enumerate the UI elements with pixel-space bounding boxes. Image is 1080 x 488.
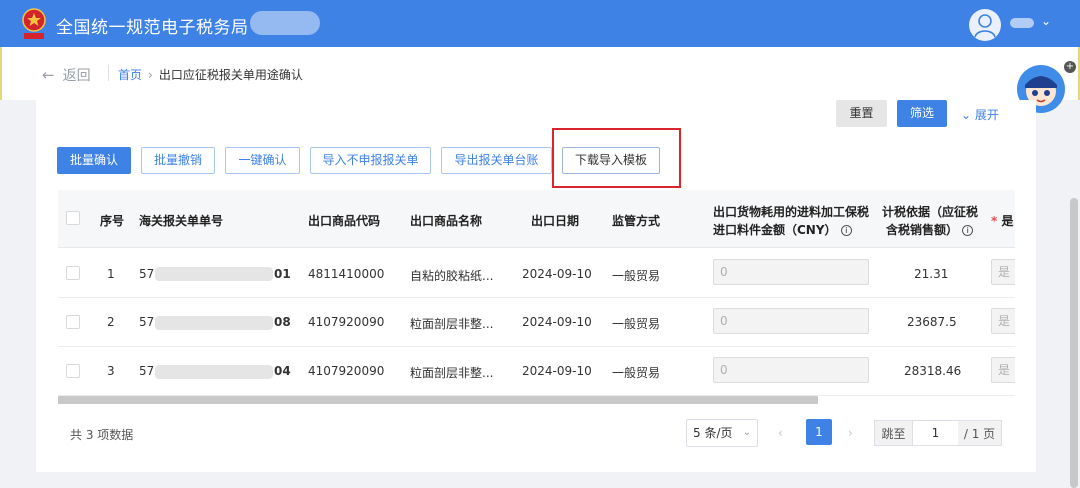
total-count: 共 3 项数据 bbox=[70, 428, 134, 442]
required-mark: * bbox=[991, 214, 998, 228]
export-ledger-button[interactable]: 导出报关单台账 bbox=[441, 147, 552, 174]
batch-confirm-button[interactable]: 批量确认 bbox=[57, 147, 131, 174]
horizontal-scrollbar[interactable] bbox=[58, 396, 818, 404]
page-number-current[interactable]: 1 bbox=[806, 419, 832, 445]
row-decl-suffix: 01 bbox=[274, 267, 291, 281]
info-icon[interactable]: i bbox=[840, 225, 852, 236]
next-page-button[interactable]: › bbox=[848, 426, 853, 440]
col-tax-basis-line2: 含税销售额） bbox=[886, 223, 959, 237]
page-size-select[interactable]: 5 条/页 ⌄ bbox=[686, 419, 758, 447]
back-label: 返回 bbox=[62, 68, 91, 84]
row-checkbox[interactable] bbox=[66, 315, 80, 329]
chevron-down-icon: ⌄ bbox=[742, 427, 751, 438]
row-goods-code: 4107920090 bbox=[308, 364, 385, 378]
col-last: * 是 bbox=[991, 212, 1013, 229]
user-avatar-icon[interactable] bbox=[969, 9, 1001, 41]
batch-revoke-button[interactable]: 批量撤销 bbox=[141, 147, 215, 174]
row-goods-name[interactable]: 自粘的胶粘纸... bbox=[410, 267, 493, 284]
expand-label: 展开 bbox=[974, 108, 999, 122]
row-goods-code: 4107920090 bbox=[308, 315, 385, 329]
row-supervision: 一般贸易 bbox=[612, 269, 661, 283]
col-supervision: 监管方式 bbox=[612, 214, 661, 228]
row-decl-suffix: 04 bbox=[274, 364, 291, 378]
app-title: 全国统一规范电子税务局 bbox=[56, 18, 249, 38]
col-export-date: 出口日期 bbox=[531, 214, 580, 228]
breadcrumb-separator: › bbox=[148, 67, 153, 82]
row-supervision: 一般贸易 bbox=[612, 366, 661, 380]
import-non-declared-button[interactable]: 导入不申报报关单 bbox=[310, 147, 431, 174]
back-arrow-icon: ← bbox=[42, 66, 55, 84]
row-goods-name[interactable]: 粒面剖层非整... bbox=[410, 315, 493, 332]
material-amount-field[interactable]: 0 bbox=[713, 259, 869, 285]
material-amount-field[interactable]: 0 bbox=[713, 357, 869, 383]
col-tax-basis: 含税销售额） i bbox=[886, 221, 974, 238]
col-material-amount-line1: 出口货物耗用的进料加工保税 bbox=[713, 205, 870, 219]
info-icon[interactable]: i bbox=[962, 225, 974, 236]
row-decl-suffix: 08 bbox=[274, 315, 291, 329]
breadcrumb-current: 出口应征税报关单用途确认 bbox=[158, 68, 303, 82]
row-select-yes[interactable]: 是 bbox=[991, 259, 1015, 285]
row-select-yes[interactable]: 是 bbox=[991, 308, 1015, 334]
expand-toggle[interactable]: ⌄ 展开 bbox=[961, 106, 999, 123]
highlight-annotation bbox=[552, 128, 681, 188]
row-supervision: 一般贸易 bbox=[612, 317, 661, 331]
row-seq: 1 bbox=[107, 267, 115, 281]
one-click-confirm-button[interactable]: 一键确认 bbox=[225, 147, 300, 174]
row-seq: 3 bbox=[107, 364, 115, 378]
page-size-value: 5 条/页 bbox=[693, 426, 733, 440]
filter-button[interactable]: 筛选 bbox=[897, 100, 947, 127]
row-decl-prefix: 57 bbox=[139, 267, 155, 281]
total-pages: / 1 页 bbox=[958, 420, 1002, 446]
row-select-yes[interactable]: 是 bbox=[991, 357, 1015, 383]
select-all-checkbox[interactable] bbox=[66, 211, 80, 225]
back-button[interactable]: ← 返回 bbox=[42, 65, 91, 85]
top-header: 全国统一规范电子税务局 ⌄ bbox=[0, 0, 1080, 47]
prev-page-button[interactable]: ‹ bbox=[778, 426, 783, 440]
close-icon[interactable]: + bbox=[1064, 61, 1076, 73]
redacted-block bbox=[155, 365, 273, 379]
col-last-label: 是 bbox=[1001, 214, 1014, 228]
divider bbox=[108, 65, 109, 81]
chevron-down-icon[interactable]: ⌄ bbox=[1041, 14, 1051, 28]
user-name[interactable] bbox=[1010, 18, 1034, 28]
row-tax-basis: 23687.5 bbox=[907, 315, 957, 329]
row-goods-name[interactable]: 粒面剖层非整... bbox=[410, 364, 493, 381]
vertical-scrollbar[interactable] bbox=[1070, 198, 1078, 488]
row-checkbox[interactable] bbox=[66, 364, 80, 378]
region-badge bbox=[250, 11, 320, 35]
col-tax-basis-line1: 计税依据（应征税 bbox=[882, 205, 979, 219]
col-material-amount: 进口料件金额（CNY） i bbox=[713, 221, 852, 238]
row-decl-prefix: 57 bbox=[139, 315, 155, 329]
reset-button[interactable]: 重置 bbox=[836, 100, 887, 127]
breadcrumb: 首页 › 出口应征税报关单用途确认 bbox=[118, 66, 303, 83]
row-goods-code: 4811410000 bbox=[308, 267, 385, 281]
tax-emblem-icon bbox=[22, 8, 46, 39]
col-goods-code: 出口商品代码 bbox=[308, 214, 381, 228]
row-export-date: 2024-09-10 bbox=[522, 364, 592, 378]
col-seq: 序号 bbox=[100, 214, 125, 228]
material-amount-field[interactable]: 0 bbox=[713, 308, 869, 334]
jump-page-input[interactable]: 1 bbox=[912, 420, 959, 446]
col-material-amount-line2: 进口料件金额（CNY） bbox=[713, 223, 837, 237]
breadcrumb-home[interactable]: 首页 bbox=[118, 66, 142, 83]
jump-label: 跳至 bbox=[874, 420, 912, 446]
row-seq: 2 bbox=[107, 315, 115, 329]
row-checkbox[interactable] bbox=[66, 266, 80, 280]
row-export-date: 2024-09-10 bbox=[522, 315, 592, 329]
row-tax-basis: 28318.46 bbox=[904, 364, 962, 378]
row-export-date: 2024-09-10 bbox=[522, 267, 592, 281]
col-declaration-no: 海关报关单单号 bbox=[139, 214, 224, 228]
row-decl-prefix: 57 bbox=[139, 364, 155, 378]
row-tax-basis: 21.31 bbox=[914, 267, 949, 281]
redacted-block bbox=[155, 316, 273, 330]
col-goods-name: 出口商品名称 bbox=[410, 214, 483, 228]
redacted-block bbox=[155, 267, 273, 281]
